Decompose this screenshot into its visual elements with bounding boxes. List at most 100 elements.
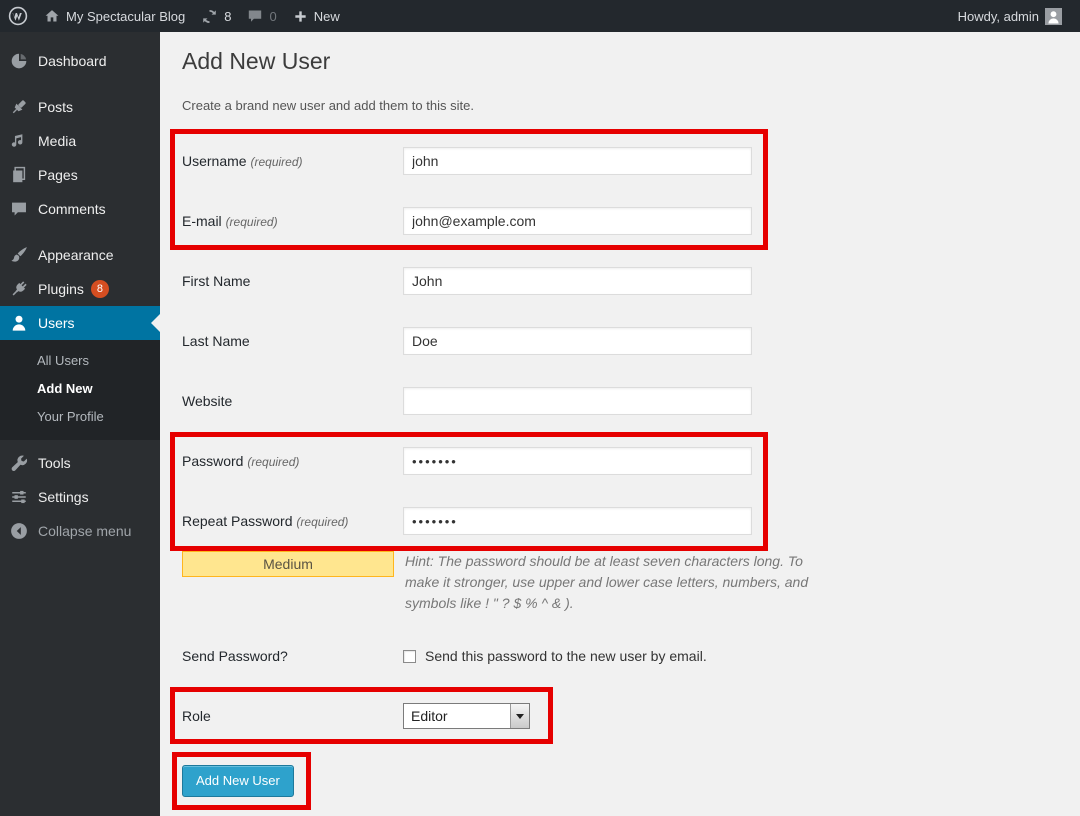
sidebar-item-label: Users	[38, 315, 75, 331]
users-submenu: All Users Add New Your Profile	[0, 340, 160, 440]
sidebar-item-label: Pages	[38, 167, 78, 183]
sidebar-item-label: Collapse menu	[38, 523, 131, 539]
admin-sidebar: Dashboard Posts Media Pages Comments	[0, 32, 160, 816]
wordpress-logo-menu[interactable]	[0, 0, 36, 32]
email-row: E-mail (required)	[182, 191, 1080, 251]
new-label: New	[314, 9, 340, 24]
settings-sliders-icon	[0, 488, 38, 506]
strength-cell: Medium Hint: The password should be at l…	[182, 551, 811, 614]
plus-icon	[293, 9, 308, 24]
sidebar-separator	[0, 226, 160, 238]
website-label: Website	[182, 393, 403, 409]
sidebar-item-tools[interactable]: Tools	[0, 446, 160, 480]
update-count: 8	[224, 9, 231, 24]
last-name-input[interactable]	[403, 327, 752, 355]
main-content: Add New User Create a brand new user and…	[160, 32, 1080, 816]
username-row: Username (required)	[182, 131, 1080, 191]
page-description: Create a brand new user and add them to …	[182, 98, 1080, 114]
password-strength-meter: Medium	[182, 551, 394, 577]
sidebar-separator	[0, 78, 160, 90]
comments-icon	[0, 200, 38, 218]
sidebar-item-plugins[interactable]: Plugins 8	[0, 272, 160, 306]
repeat-password-label: Repeat Password (required)	[182, 513, 403, 529]
home-icon	[44, 8, 60, 24]
username-label: Username (required)	[182, 153, 403, 169]
website-row: Website	[182, 371, 1080, 431]
add-new-user-button[interactable]: Add New User	[182, 765, 294, 797]
required-marker: (required)	[296, 515, 348, 529]
sidebar-item-collapse-menu[interactable]: Collapse menu	[0, 514, 160, 548]
website-input[interactable]	[403, 387, 752, 415]
role-selected-value: Editor	[404, 704, 510, 728]
sidebar-item-media[interactable]: Media	[0, 124, 160, 158]
comment-bubble-icon	[247, 8, 263, 24]
site-name-label: My Spectacular Blog	[66, 9, 185, 24]
sidebar-item-label: Settings	[38, 489, 89, 505]
wordpress-logo-icon	[8, 6, 28, 26]
sidebar-item-posts[interactable]: Posts	[0, 90, 160, 124]
collapse-icon	[0, 522, 38, 540]
username-input[interactable]	[403, 147, 752, 175]
last-name-row: Last Name	[182, 311, 1080, 371]
updates-menu[interactable]: 8	[193, 0, 239, 32]
select-dropdown-button[interactable]	[510, 704, 529, 728]
howdy-text: Howdy, admin	[958, 9, 1039, 24]
sidebar-item-label: Dashboard	[38, 53, 107, 69]
submenu-item-all-users[interactable]: All Users	[0, 347, 160, 375]
wrench-icon	[0, 454, 38, 472]
repeat-password-row: Repeat Password (required)	[182, 491, 1080, 551]
admin-bar: My Spectacular Blog 8 0 New Howdy, admin	[0, 0, 1080, 32]
plugins-update-badge: 8	[91, 280, 109, 298]
send-password-checkbox[interactable]	[403, 650, 416, 663]
email-input[interactable]	[403, 207, 752, 235]
first-name-label: First Name	[182, 273, 403, 289]
pushpin-icon	[0, 98, 38, 116]
send-password-checkbox-label: Send this password to the new user by em…	[425, 648, 707, 664]
active-menu-arrow	[151, 314, 160, 332]
role-select[interactable]: Editor	[403, 703, 530, 729]
sidebar-item-label: Media	[38, 133, 76, 149]
sidebar-item-comments[interactable]: Comments	[0, 192, 160, 226]
page-title: Add New User	[182, 48, 1080, 78]
password-label: Password (required)	[182, 453, 403, 469]
submenu-item-add-new[interactable]: Add New	[0, 375, 160, 403]
media-icon	[0, 132, 38, 150]
sidebar-item-label: Appearance	[38, 247, 114, 263]
sidebar-item-label: Plugins	[38, 281, 84, 297]
sidebar-item-label: Comments	[38, 201, 106, 217]
required-marker: (required)	[226, 215, 278, 229]
my-account-menu[interactable]: Howdy, admin	[950, 0, 1070, 32]
email-label: E-mail (required)	[182, 213, 403, 229]
site-name-menu[interactable]: My Spectacular Blog	[36, 0, 193, 32]
required-marker: (required)	[247, 455, 299, 469]
send-password-row: Send Password? Send this password to the…	[182, 625, 1080, 687]
last-name-label: Last Name	[182, 333, 403, 349]
sidebar-item-appearance[interactable]: Appearance	[0, 238, 160, 272]
first-name-row: First Name	[182, 251, 1080, 311]
role-label: Role	[182, 708, 403, 724]
chevron-down-icon	[516, 714, 524, 719]
repeat-password-input[interactable]	[403, 507, 752, 535]
password-input[interactable]	[403, 447, 752, 475]
comment-count: 0	[269, 9, 276, 24]
sidebar-item-dashboard[interactable]: Dashboard	[0, 44, 160, 78]
add-user-form: Username (required) E-mail (required) Fi…	[182, 131, 1080, 797]
comments-menu[interactable]: 0	[239, 0, 284, 32]
sidebar-item-users[interactable]: Users	[0, 306, 160, 340]
sidebar-item-label: Posts	[38, 99, 73, 115]
sidebar-item-pages[interactable]: Pages	[0, 158, 160, 192]
send-password-label: Send Password?	[182, 648, 403, 664]
password-row: Password (required)	[182, 431, 1080, 491]
sidebar-item-settings[interactable]: Settings	[0, 480, 160, 514]
submenu-item-your-profile[interactable]: Your Profile	[0, 403, 160, 431]
first-name-input[interactable]	[403, 267, 752, 295]
submit-row: Add New User	[182, 765, 1080, 797]
wordpress-admin-screen: My Spectacular Blog 8 0 New Howdy, admin	[0, 0, 1080, 816]
required-marker: (required)	[250, 155, 302, 169]
new-content-menu[interactable]: New	[285, 0, 348, 32]
role-row: Role Editor	[182, 687, 1080, 745]
password-strength-row: Medium Hint: The password should be at l…	[182, 551, 1080, 625]
plug-icon	[0, 280, 38, 298]
update-icon	[201, 8, 218, 25]
avatar	[1045, 8, 1062, 25]
